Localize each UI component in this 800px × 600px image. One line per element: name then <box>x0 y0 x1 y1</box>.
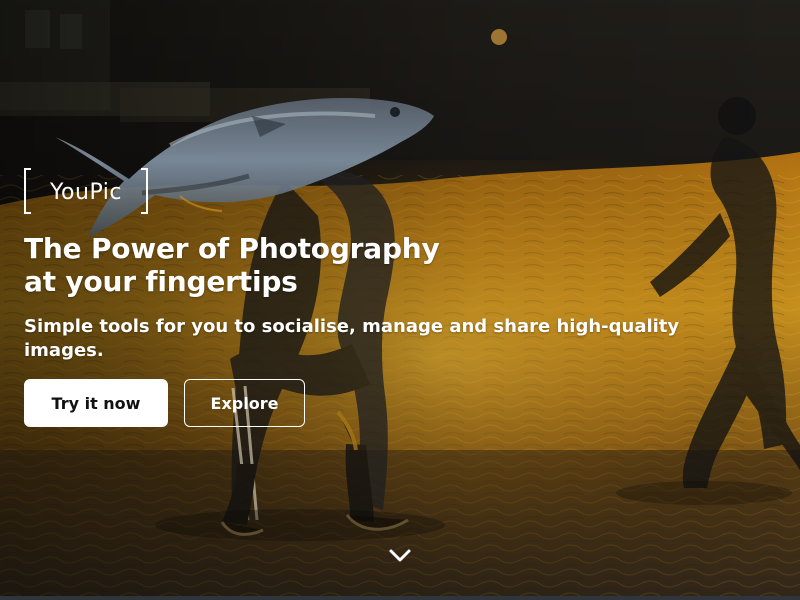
youpic-logo[interactable]: YouPic <box>24 168 148 214</box>
logo-right-bracket <box>141 168 148 214</box>
hero-headline-line-2: at your fingertips <box>24 265 298 298</box>
explore-button[interactable]: Explore <box>184 379 305 427</box>
hero-headline: The Power of Photography at your fingert… <box>24 232 544 298</box>
hero-section: YouPic The Power of Photography at your … <box>0 0 800 600</box>
hero-headline-line-1: The Power of Photography <box>24 232 440 265</box>
logo-text: YouPic <box>50 179 122 205</box>
chevron-down-icon <box>389 549 411 562</box>
bottom-divider <box>0 596 800 600</box>
hero-background-photo <box>0 0 800 600</box>
hero-subheadline: Simple tools for you to socialise, manag… <box>24 316 680 361</box>
logo-left-bracket <box>24 168 31 214</box>
try-it-now-button[interactable]: Try it now <box>24 379 168 427</box>
hero-actions: Try it now Explore <box>24 379 305 427</box>
scroll-down-button[interactable] <box>386 544 414 568</box>
